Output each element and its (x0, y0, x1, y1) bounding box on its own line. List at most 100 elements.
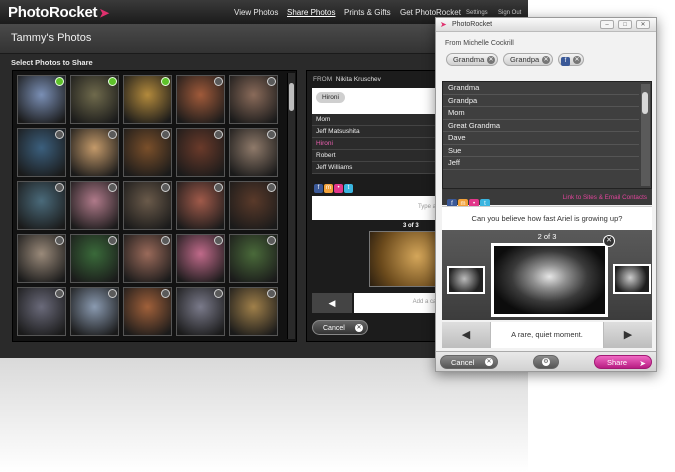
select-circle-icon[interactable] (161, 183, 170, 192)
photo-thumb[interactable] (123, 128, 172, 177)
link-sites-contacts[interactable]: Link to Sites & Email Contacts (563, 194, 647, 201)
photo-thumb[interactable] (123, 181, 172, 230)
nav-prints-gifts[interactable]: Prints & Gifts (344, 8, 391, 17)
select-circle-icon[interactable] (214, 289, 223, 298)
photo-thumb[interactable] (176, 75, 225, 124)
popup-actions: Cancel ✕ ⚙ Share ➤ (436, 351, 656, 371)
remove-icon[interactable]: ✕ (573, 56, 581, 64)
select-circle-icon[interactable] (267, 77, 276, 86)
photo-thumb[interactable] (229, 75, 278, 124)
twitter-icon[interactable]: t (344, 184, 353, 193)
recipient-chip-grandpa[interactable]: Grandpa ✕ (503, 53, 553, 66)
photo-thumb[interactable] (123, 287, 172, 336)
photo-thumb[interactable] (229, 181, 278, 230)
contact-list-scrollbar[interactable] (641, 84, 650, 186)
select-circle-icon[interactable] (267, 236, 276, 245)
select-circle-icon[interactable] (161, 236, 170, 245)
photo-thumb[interactable] (176, 287, 225, 336)
contact-row[interactable]: Dave (443, 132, 639, 145)
photo-thumb[interactable] (229, 234, 278, 283)
contact-row[interactable]: Sue (443, 145, 639, 157)
prev-arrow-button[interactable]: ◀ (312, 293, 352, 313)
nav-share-photos[interactable]: Share Photos (287, 8, 335, 17)
photo-thumb[interactable] (70, 234, 119, 283)
contact-row[interactable]: Grandpa (443, 95, 639, 107)
recipient-chip-grandma[interactable]: Grandma ✕ (446, 53, 498, 66)
photo-thumb[interactable] (176, 181, 225, 230)
select-circle-icon[interactable] (267, 289, 276, 298)
prev-photo-button[interactable]: ◀ (442, 322, 490, 348)
select-circle-icon[interactable] (55, 183, 64, 192)
select-circle-icon[interactable] (161, 130, 170, 139)
remove-icon[interactable]: ✕ (487, 56, 495, 64)
myspace-icon[interactable]: m (324, 184, 333, 193)
select-circle-icon[interactable] (55, 289, 64, 298)
nav-settings[interactable]: Settings (466, 10, 488, 16)
cancel-button[interactable]: Cancel ✕ (312, 320, 368, 335)
selected-check-icon[interactable] (161, 77, 170, 86)
photo-thumb[interactable] (70, 128, 119, 177)
select-circle-icon[interactable] (161, 289, 170, 298)
photo-thumb[interactable] (229, 128, 278, 177)
select-circle-icon[interactable] (108, 236, 117, 245)
cancel-button[interactable]: Cancel ✕ (440, 355, 498, 369)
recipient-chip[interactable]: Hironi (316, 92, 345, 103)
photo-thumb[interactable] (17, 234, 66, 283)
popup-message[interactable]: Can you believe how fast Ariel is growin… (442, 206, 652, 230)
selected-check-icon[interactable] (108, 77, 117, 86)
nav-sign-out[interactable]: Sign Out (498, 10, 521, 16)
selected-check-icon[interactable] (55, 77, 64, 86)
share-popup-window: ➤ PhotoRocket – □ ✕ From Michelle Cockri… (435, 17, 657, 372)
photo-thumb[interactable] (123, 75, 172, 124)
nav-get-photorocket[interactable]: Get PhotoRocket (400, 8, 461, 17)
recipient-chip-facebook[interactable]: f ✕ (558, 53, 584, 66)
select-circle-icon[interactable] (55, 236, 64, 245)
grid-scrollbar-thumb[interactable] (289, 83, 294, 111)
select-circle-icon[interactable] (267, 183, 276, 192)
select-circle-icon[interactable] (108, 289, 117, 298)
contact-row[interactable]: Mom (443, 107, 639, 120)
photo-thumb[interactable] (17, 181, 66, 230)
photo-thumb[interactable] (17, 128, 66, 177)
minimize-button[interactable]: – (600, 20, 614, 29)
close-window-button[interactable]: ✕ (636, 20, 650, 29)
photo-thumb[interactable] (70, 75, 119, 124)
facebook-icon[interactable]: f (314, 184, 323, 193)
settings-button[interactable]: ⚙ (533, 355, 559, 369)
popup-contact-list: Grandma Grandpa Mom Great Grandma Dave Sue Jef… (442, 81, 652, 189)
photo-thumb[interactable] (17, 75, 66, 124)
photo-viewer: 2 of 3 ✕ (442, 230, 652, 320)
select-circle-icon[interactable] (214, 183, 223, 192)
remove-photo-button[interactable]: ✕ (603, 235, 615, 247)
photo-thumb[interactable] (229, 287, 278, 336)
photo-caption[interactable]: A rare, quiet moment. (490, 322, 604, 348)
close-icon: ✕ (355, 324, 363, 332)
select-circle-icon[interactable] (214, 77, 223, 86)
contact-row[interactable]: Grandma (443, 82, 639, 95)
maximize-button[interactable]: □ (618, 20, 632, 29)
next-photo-button[interactable]: ▶ (604, 322, 652, 348)
photo-thumb[interactable] (17, 287, 66, 336)
photo-thumb[interactable] (70, 181, 119, 230)
next-photo-thumb[interactable] (613, 264, 651, 294)
contact-row[interactable]: Jeff (443, 157, 639, 170)
select-circle-icon[interactable] (214, 130, 223, 139)
photo-thumb[interactable] (176, 234, 225, 283)
contact-row[interactable]: Great Grandma (443, 120, 639, 132)
select-circle-icon[interactable] (267, 130, 276, 139)
photo-thumb[interactable] (123, 234, 172, 283)
contact-list-scrollbar-thumb[interactable] (642, 92, 648, 114)
remove-icon[interactable]: ✕ (542, 56, 550, 64)
prev-photo-thumb[interactable] (447, 266, 485, 294)
nav-view-photos[interactable]: View Photos (234, 8, 278, 17)
share-button[interactable]: Share ➤ (594, 355, 652, 369)
select-circle-icon[interactable] (55, 130, 64, 139)
select-circle-icon[interactable] (108, 183, 117, 192)
photo-thumb[interactable] (70, 287, 119, 336)
select-circle-icon[interactable] (214, 236, 223, 245)
popup-recipient-field[interactable]: Grandma ✕ Grandpa ✕ f ✕ (444, 51, 652, 67)
flickr-icon[interactable]: • (334, 184, 343, 193)
select-circle-icon[interactable] (108, 130, 117, 139)
grid-scrollbar[interactable] (287, 73, 295, 339)
photo-thumb[interactable] (176, 128, 225, 177)
